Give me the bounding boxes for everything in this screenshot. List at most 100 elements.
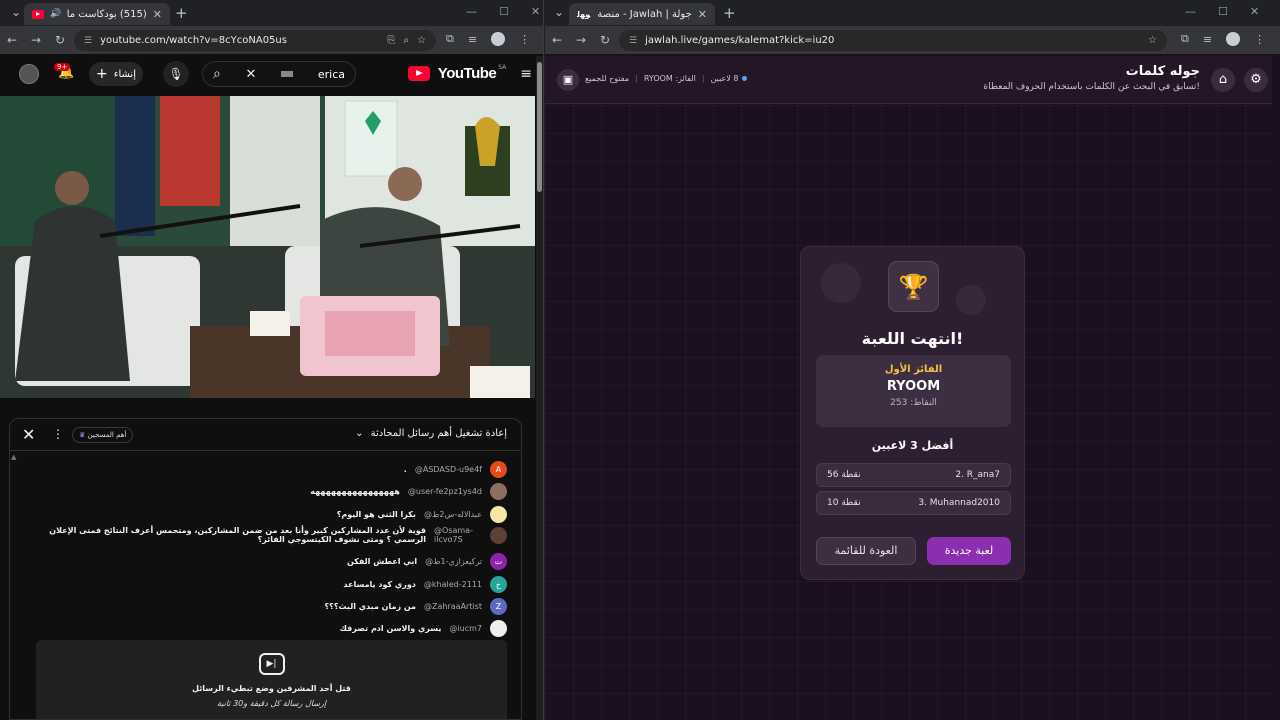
- tab-search-icon[interactable]: ⌄: [547, 5, 571, 19]
- chat-author-name[interactable]: @عبدالاله-س2ط: [424, 510, 482, 519]
- youtube-favicon-icon: [32, 9, 44, 19]
- winner-name: RYOOM: [886, 379, 941, 394]
- create-button[interactable]: + إنشاء: [89, 62, 143, 86]
- audio-icon[interactable]: 🔊: [50, 9, 61, 19]
- youtube-logo[interactable]: YouTube SA ≡: [407, 64, 532, 82]
- chat-author-avatar[interactable]: [490, 506, 507, 523]
- browser-menu-icon[interactable]: ⋮: [1254, 33, 1265, 46]
- chat-author-avatar[interactable]: [490, 620, 507, 637]
- new-tab-button[interactable]: +: [175, 4, 188, 22]
- address-bar[interactable]: ☰ jawlah.live/games/kalemat?kick=iu20 ☆: [619, 30, 1167, 51]
- minimize-icon[interactable]: —: [466, 5, 477, 18]
- game-subtitle: تسابق في البحث عن الكلمات باستخدام الحرو…: [983, 82, 1200, 92]
- chat-author-name[interactable]: @iucm7: [449, 624, 482, 633]
- back-icon[interactable]: ←: [545, 33, 569, 47]
- chat-author-avatar[interactable]: [490, 483, 507, 500]
- chat-author-avatar[interactable]: خ: [490, 576, 507, 593]
- chat-message-text: ههههههههههههههههه: [310, 487, 400, 496]
- chat-author-avatar[interactable]: Z: [490, 598, 507, 615]
- slow-mode-notice: ▶| قتل أحد المشرفين وضع تبطيء الرسائل إر…: [36, 640, 507, 719]
- bookmark-star-icon[interactable]: ☆: [1148, 35, 1157, 46]
- chat-more-icon[interactable]: ⋮: [52, 427, 64, 441]
- minimize-icon[interactable]: —: [1185, 5, 1196, 18]
- scrollbar-thumb[interactable]: [537, 62, 542, 192]
- page-scrollbar[interactable]: [1272, 56, 1280, 720]
- chat-message[interactable]: @user-fe2pz1ys4d ههههههههههههههههه: [310, 483, 507, 500]
- live-chat-panel: ✕ ⋮ ♛ أهم المسجين ⌄ إعادة تشغيل أهم رسائ…: [9, 418, 522, 720]
- winner-info: الفائز: RYOOM: [643, 74, 696, 83]
- players-count: 8 لاعبين: [711, 74, 748, 83]
- voice-search-icon[interactable]: 🎙: [163, 61, 189, 87]
- chat-author-avatar[interactable]: A: [490, 461, 507, 478]
- top-player-name: 2. R_ana7: [955, 470, 1000, 480]
- chat-author-name[interactable]: @ASDASD-u9e4f: [415, 465, 482, 474]
- install-icon[interactable]: ⎘: [387, 35, 395, 46]
- page-scrollbar[interactable]: [536, 56, 543, 720]
- extensions-icon[interactable]: ⧉: [1181, 32, 1189, 46]
- chat-mode-dropdown[interactable]: ⌄ إعادة تشغيل أهم رسائل المحادثة: [355, 428, 507, 439]
- chat-author-name[interactable]: @user-fe2pz1ys4d: [408, 487, 482, 496]
- chat-author-name[interactable]: @تركيعزازي-1ط: [425, 557, 482, 566]
- search-input[interactable]: erica: [318, 68, 345, 81]
- chat-author-avatar[interactable]: ت: [490, 553, 507, 570]
- keyboard-icon[interactable]: [281, 71, 294, 77]
- close-tab-icon[interactable]: ✕: [153, 8, 162, 21]
- maximize-icon[interactable]: ☐: [499, 5, 509, 18]
- tab-jawlah[interactable]: ﻮﻬﻟ جولة | Jawlah - منصة الألعاب الذ... …: [569, 3, 715, 25]
- chat-message[interactable]: خ @khaled-2111 دوري كود يامساعد: [343, 576, 507, 593]
- members-filter-pill[interactable]: ♛ أهم المسجين: [72, 427, 134, 443]
- maximize-icon[interactable]: ☐: [1218, 5, 1228, 18]
- chat-message[interactable]: Z @ZahraaArtist من زمان مبدي البث؟؟؟: [325, 598, 507, 615]
- close-chat-icon[interactable]: ✕: [22, 425, 35, 444]
- close-window-icon[interactable]: ✕: [1250, 5, 1259, 18]
- tab-youtube[interactable]: 🔊 (515) بودكاست مالكونز | بث - ✕: [24, 3, 170, 25]
- top-player-row: 2. R_ana7 56 نقطة: [816, 463, 1011, 487]
- home-icon[interactable]: ⌂: [1211, 68, 1235, 92]
- search-icon[interactable]: ⌕: [213, 66, 221, 82]
- profile-avatar[interactable]: [1226, 32, 1241, 46]
- account-avatar[interactable]: [19, 64, 39, 84]
- media-icon[interactable]: ≡: [1203, 33, 1212, 46]
- site-info-icon[interactable]: ☰: [629, 36, 637, 46]
- extensions-icon[interactable]: ⧉: [446, 32, 454, 46]
- zoom-icon[interactable]: ⌕: [403, 35, 409, 46]
- players-count-label: 8 لاعبين: [710, 74, 739, 83]
- chat-author-name[interactable]: @khaled-2111: [424, 580, 482, 589]
- reload-icon[interactable]: ↻: [48, 33, 72, 47]
- chat-message[interactable]: @عبدالاله-س2ط بكرا الثني هو اليوم؟: [337, 506, 507, 523]
- video-player[interactable]: [0, 96, 535, 398]
- chat-message[interactable]: ت @تركيعزازي-1ط ابي اعطش الفكن: [347, 553, 507, 570]
- chat-author-name[interactable]: @ZahraaArtist: [424, 602, 482, 611]
- back-to-menu-button[interactable]: العودة للقائمة: [816, 537, 916, 565]
- address-bar[interactable]: ☰ youtube.com/watch?v=8cYcoNA05us ⎘ ⌕ ☆: [74, 30, 436, 51]
- close-window-icon[interactable]: ✕: [531, 5, 540, 18]
- new-tab-button[interactable]: +: [723, 4, 736, 22]
- media-icon[interactable]: ≡: [468, 33, 477, 46]
- browser-menu-icon[interactable]: ⋮: [519, 33, 530, 46]
- chat-message[interactable]: @iucm7 يسري والاسن ادم تصرفك: [340, 620, 507, 637]
- site-info-icon[interactable]: ☰: [84, 36, 92, 46]
- chat-message[interactable]: A @ASDASD-u9e4f.: [404, 461, 507, 478]
- forward-icon[interactable]: →: [24, 33, 48, 47]
- clear-search-icon[interactable]: ✕: [246, 67, 257, 82]
- search-box[interactable]: ⌕ ✕ erica: [202, 61, 356, 87]
- kick-logo-icon[interactable]: ▣: [557, 69, 579, 91]
- scroll-up-icon[interactable]: ▲: [11, 453, 16, 461]
- youtube-wordmark: YouTube: [437, 65, 497, 82]
- forward-icon[interactable]: →: [569, 33, 593, 47]
- hamburger-menu-icon[interactable]: ≡: [520, 66, 532, 82]
- settings-gear-icon[interactable]: ⚙: [1244, 68, 1268, 92]
- close-tab-icon[interactable]: ✕: [698, 8, 707, 21]
- profile-avatar[interactable]: [491, 32, 506, 46]
- bookmark-star-icon[interactable]: ☆: [417, 35, 426, 46]
- chat-message[interactable]: @Osama-ilcvo7S قوية لأن عدد المشاركين كبي…: [37, 526, 507, 544]
- winner-box: الفائز الأول RYOOM النقاط: 253: [816, 355, 1011, 427]
- reload-icon[interactable]: ↻: [593, 33, 617, 47]
- region-code: SA: [498, 64, 507, 71]
- jawlah-favicon-icon: ﻮﻬﻟ: [577, 9, 591, 19]
- chat-author-name[interactable]: @Osama-ilcvo7S: [434, 526, 482, 544]
- chat-author-avatar[interactable]: [490, 526, 507, 544]
- back-icon[interactable]: ←: [0, 33, 24, 47]
- new-game-button[interactable]: لعبة جديدة: [927, 537, 1011, 565]
- slow-mode-icon: ▶|: [258, 653, 285, 675]
